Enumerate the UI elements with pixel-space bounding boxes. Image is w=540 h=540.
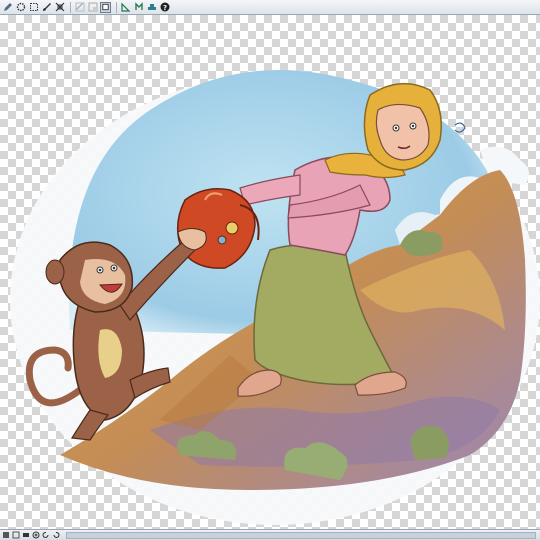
drawing-canvas[interactable] xyxy=(0,15,540,529)
rotate-right-icon[interactable] xyxy=(52,531,60,539)
transform-icon[interactable] xyxy=(54,2,65,13)
zoom-in-icon[interactable] xyxy=(32,531,40,539)
toolbar-separator xyxy=(116,1,117,13)
bottom-statusbar xyxy=(0,529,540,540)
lasso-select-icon[interactable] xyxy=(15,2,26,13)
page-first-icon[interactable] xyxy=(2,531,10,539)
active-layer-icon[interactable] xyxy=(100,1,111,13)
horizontal-scrollbar[interactable] xyxy=(66,531,536,539)
brush-icon[interactable] xyxy=(41,2,52,13)
illustration xyxy=(10,70,540,525)
pencil-icon[interactable] xyxy=(2,2,13,13)
marquee-select-icon[interactable] xyxy=(28,2,39,13)
ruler-icon[interactable] xyxy=(120,2,131,13)
eraser-icon[interactable] xyxy=(133,2,144,13)
stamp-icon[interactable] xyxy=(146,2,157,13)
page-prev-icon[interactable] xyxy=(12,531,20,539)
rotate-left-icon[interactable] xyxy=(42,531,50,539)
top-toolbar: ? xyxy=(0,0,540,15)
help-icon[interactable]: ? xyxy=(159,2,170,13)
svg-text:?: ? xyxy=(162,4,166,12)
layer-mask-icon[interactable] xyxy=(87,2,98,13)
layer-icon[interactable] xyxy=(74,2,85,13)
zoom-out-icon[interactable] xyxy=(22,531,30,539)
toolbar-separator xyxy=(70,1,71,13)
